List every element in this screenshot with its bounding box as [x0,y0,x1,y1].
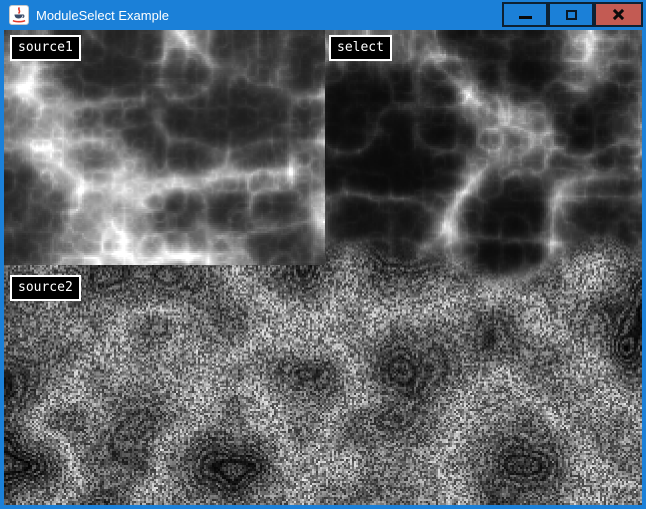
select-label: select [329,35,392,61]
app-window: ModuleSelect Example source1 select sour… [0,0,646,509]
source1-image [4,30,325,265]
close-icon [611,7,626,22]
window-title: ModuleSelect Example [36,8,169,23]
render-area: source1 select source2 [4,30,642,505]
close-button[interactable] [594,2,643,27]
minimize-icon [519,16,532,19]
maximize-button[interactable] [548,2,594,27]
java-app-icon [9,5,29,25]
title-bar[interactable]: ModuleSelect Example [0,0,646,30]
window-controls [502,2,643,27]
maximize-icon [566,10,577,20]
source1-label: source1 [10,35,81,61]
minimize-button[interactable] [502,2,548,27]
source2-label: source2 [10,275,81,301]
